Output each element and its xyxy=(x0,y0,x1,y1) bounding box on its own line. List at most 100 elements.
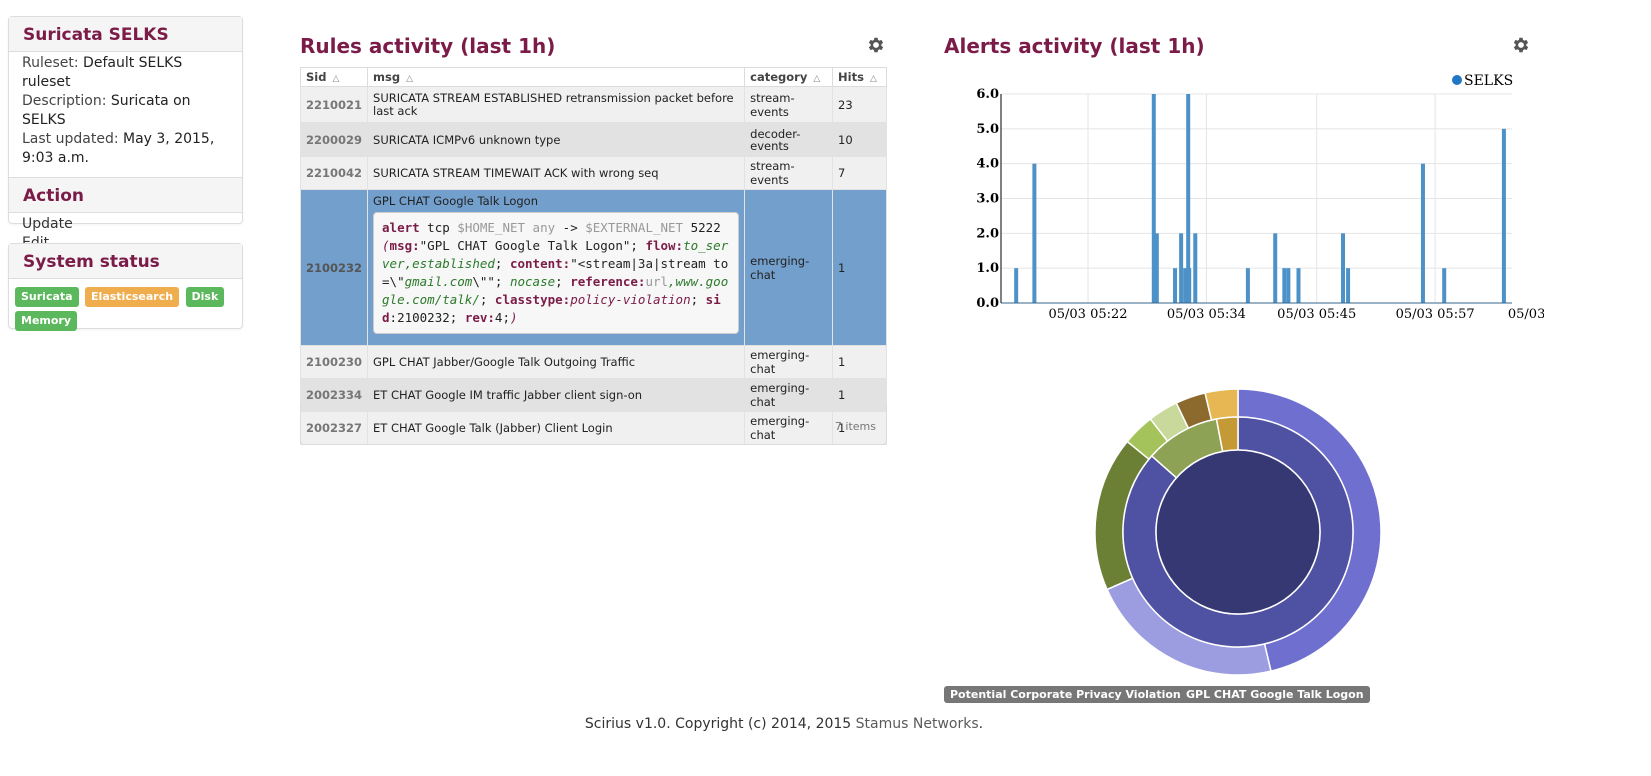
rule-sid[interactable]: 2210021 xyxy=(299,86,369,123)
rule-token-reference-type: url xyxy=(645,274,669,289)
x-tick-label: 05/03 05:22 xyxy=(1048,307,1127,322)
copyright-text: Scirius v1.0. Copyright (c) 2014, 2015 xyxy=(584,716,856,732)
sort-triangle-icon: △ xyxy=(869,74,877,84)
ruleset-info: Ruleset: Default SELKS ruleset Descripti… xyxy=(9,52,242,174)
copyright-end: . xyxy=(978,716,984,732)
rule-msg-expanded[interactable]: GPL CHAT Google Talk Logon alert tcp $HO… xyxy=(367,189,746,346)
elasticsearch-badge[interactable]: Elasticsearch xyxy=(85,287,180,307)
updated-label: Last updated: xyxy=(22,131,119,147)
ruleset-label: Ruleset: xyxy=(22,55,79,71)
bar xyxy=(1032,163,1037,303)
x-tick-label: 05/03 06:08 xyxy=(1508,307,1544,322)
chart-grid xyxy=(1001,93,1512,304)
rule-category: emerging-chat xyxy=(744,189,834,346)
column-sid-label: Sid xyxy=(306,70,327,84)
memory-badge[interactable]: Memory xyxy=(15,311,78,331)
rule-token-arrow: -> xyxy=(562,220,586,235)
bar xyxy=(1179,233,1184,303)
y-tick-label: 0.0 xyxy=(976,296,999,311)
legend-google-talk-logon[interactable]: GPL CHAT Google Talk Logon xyxy=(1180,686,1370,703)
rule-token-external-net: $EXTERNAL_NET xyxy=(585,220,684,235)
alerts-bar-chart: 0.0 1.0 2.0 3.0 4.0 5.0 6.0 05/03 05:22 05/03 05… xyxy=(976,73,1544,322)
update-link[interactable]: Update xyxy=(22,215,229,234)
gear-icon[interactable] xyxy=(1511,35,1531,55)
status-badges: Suricata Elasticsearch Disk Memory xyxy=(9,279,242,339)
rule-msg[interactable]: SURICATA STREAM ESTABLISHED retransmissi… xyxy=(367,86,746,123)
rules-activity-title: Rules activity (last 1h) xyxy=(300,34,556,58)
column-category[interactable]: category △ xyxy=(744,67,834,87)
rule-token-sep: ; xyxy=(555,274,571,289)
column-sid[interactable]: Sid △ xyxy=(299,67,369,87)
rule-msg: GPL CHAT Google Talk Logon xyxy=(373,194,539,208)
gear-icon[interactable] xyxy=(866,35,886,55)
column-hits-label: Hits xyxy=(838,70,864,84)
rule-hits: 1 xyxy=(832,189,887,346)
rule-token-home-net: $HOME_NET xyxy=(457,220,526,235)
rule-category: decoder-events xyxy=(744,122,834,157)
bar xyxy=(1442,268,1447,303)
table-header: Sid △ msg △ category △ Hits △ xyxy=(299,67,887,87)
table-row-selected[interactable]: 2100232 GPL CHAT Google Talk Logon alert… xyxy=(299,189,887,346)
bar xyxy=(1173,268,1178,303)
bar xyxy=(1420,163,1425,303)
table-row[interactable]: 2210042 SURICATA STREAM TIMEWAIT ACK wit… xyxy=(299,156,887,190)
rule-hits: 23 xyxy=(832,86,887,123)
column-msg[interactable]: msg △ xyxy=(367,67,746,87)
table-row[interactable]: 2210021 SURICATA STREAM ESTABLISHED retr… xyxy=(299,86,887,123)
rule-category: emerging-chat xyxy=(744,345,834,379)
rule-token-sep: ; xyxy=(494,256,510,271)
rule-token-classtype-value: policy-violation xyxy=(570,292,691,307)
rule-token-rev-keyword: rev: xyxy=(464,310,495,325)
table-row[interactable]: 2100230 GPL CHAT Jabber/Google Talk Outg… xyxy=(299,345,887,379)
rule-token-classtype-keyword: classtype: xyxy=(494,292,571,307)
column-category-label: category xyxy=(750,70,808,84)
bar xyxy=(1273,233,1278,303)
legend-label: SELKS xyxy=(1464,73,1513,89)
suricata-badge[interactable]: Suricata xyxy=(15,287,79,307)
system-status-panel: System status Suricata Elasticsearch Dis… xyxy=(8,243,243,331)
alerts-activity-title: Alerts activity (last 1h) xyxy=(944,34,1205,58)
sort-triangle-icon: △ xyxy=(332,74,340,84)
column-hits[interactable]: Hits △ xyxy=(832,67,887,87)
rule-token-content-domain: gmail.com xyxy=(404,274,473,289)
chart-axes: 0.0 1.0 2.0 3.0 4.0 5.0 6.0 05/03 05:22 05/03 05… xyxy=(976,87,1544,322)
x-tick-label: 05/03 05:34 xyxy=(1167,307,1246,322)
rule-token-sid-value: :2100232; xyxy=(389,310,465,325)
bar xyxy=(1282,268,1287,303)
rule-category: stream-events xyxy=(744,156,834,190)
bar xyxy=(1245,268,1250,303)
column-msg-label: msg xyxy=(373,70,401,84)
rule-msg[interactable]: GPL CHAT Jabber/Google Talk Outgoing Tra… xyxy=(367,345,746,379)
bar xyxy=(1286,268,1291,303)
bar xyxy=(1154,233,1159,303)
rule-sid[interactable]: 2210042 xyxy=(299,156,369,190)
rule-msg[interactable]: SURICATA ICMPv6 unknown type xyxy=(367,122,746,157)
company-link[interactable]: Stamus Networks xyxy=(856,716,979,732)
rule-hits: 7 xyxy=(832,156,887,190)
y-tick-label: 1.0 xyxy=(976,261,999,276)
bar xyxy=(1501,128,1506,303)
y-tick-label: 2.0 xyxy=(976,226,999,241)
rule-token-close-paren: ) xyxy=(509,310,518,325)
items-count: 7 items xyxy=(834,420,876,433)
rule-token-open-paren: ( xyxy=(382,238,390,253)
rule-token-content-keyword: content: xyxy=(509,256,571,271)
legend-corporate-privacy[interactable]: Potential Corporate Privacy Violation xyxy=(944,686,1187,703)
rule-token-proto: tcp xyxy=(419,220,458,235)
sort-triangle-icon: △ xyxy=(406,74,413,84)
table-row[interactable]: 2200029 SURICATA ICMPv6 unknown type dec… xyxy=(299,122,887,157)
rule-sid[interactable]: 2200029 xyxy=(299,122,369,157)
rule-token-content-end: \""; xyxy=(472,274,510,289)
x-tick-label: 05/03 05:45 xyxy=(1277,307,1356,322)
rule-token-port: 5222 xyxy=(683,220,721,235)
rule-sid[interactable]: 2100230 xyxy=(299,345,369,379)
rule-definition: alert tcp $HOME_NET any -> $EXTERNAL_NET… xyxy=(373,212,740,334)
bar xyxy=(1193,233,1198,303)
ruleset-title: Suricata SELKS xyxy=(9,17,242,52)
y-tick-label: 4.0 xyxy=(976,157,999,172)
rule-sid[interactable]: 2100232 xyxy=(299,189,369,346)
disk-badge[interactable]: Disk xyxy=(185,287,225,307)
rule-msg[interactable]: SURICATA STREAM TIMEWAIT ACK with wrong … xyxy=(367,156,746,190)
chart-legend: SELKS xyxy=(1452,73,1513,89)
bar xyxy=(1014,268,1019,303)
